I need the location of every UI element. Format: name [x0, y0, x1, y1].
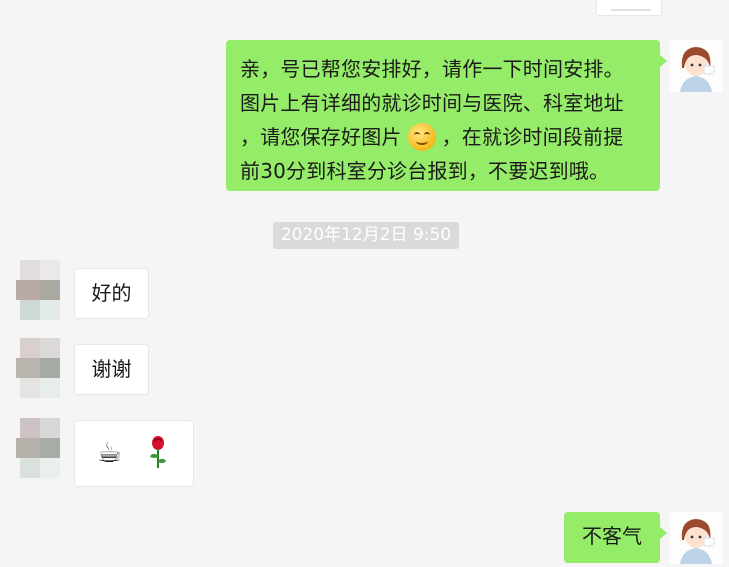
message-appointment-instructions[interactable]: 亲，号已帮您安排好，请作一下时间安排。 图片上有详细的就诊时间与医院、科室地址 …: [226, 40, 667, 191]
message-timestamp: 2020年12月2日 9:50: [273, 222, 459, 249]
message-emoji[interactable]: ☕: [74, 420, 194, 487]
message-thanks[interactable]: 谢谢: [74, 344, 149, 395]
message-line: 前30分到科室分诊台报到，不要迟到哦。: [240, 159, 610, 183]
previous-message-fragment: [596, 0, 662, 16]
contact-avatar[interactable]: [8, 338, 60, 398]
message-line: ，请您保存好图片: [240, 125, 402, 149]
message-line: 亲，号已帮您安排好，请作一下时间安排。: [240, 57, 624, 81]
message-line: 图片上有详细的就诊时间与医院、科室地址: [240, 91, 624, 115]
my-avatar[interactable]: [670, 512, 722, 564]
contact-avatar[interactable]: [8, 418, 60, 478]
message-ok[interactable]: 好的: [74, 268, 149, 319]
message-line: ，在就诊时间段前提: [441, 125, 624, 149]
smile-emoji-icon: [407, 122, 436, 151]
my-avatar[interactable]: [670, 40, 722, 92]
contact-avatar[interactable]: [8, 260, 60, 320]
rose-icon: [147, 435, 169, 478]
message-youre-welcome[interactable]: 不客气: [564, 512, 667, 563]
coffee-icon: ☕: [97, 436, 123, 469]
